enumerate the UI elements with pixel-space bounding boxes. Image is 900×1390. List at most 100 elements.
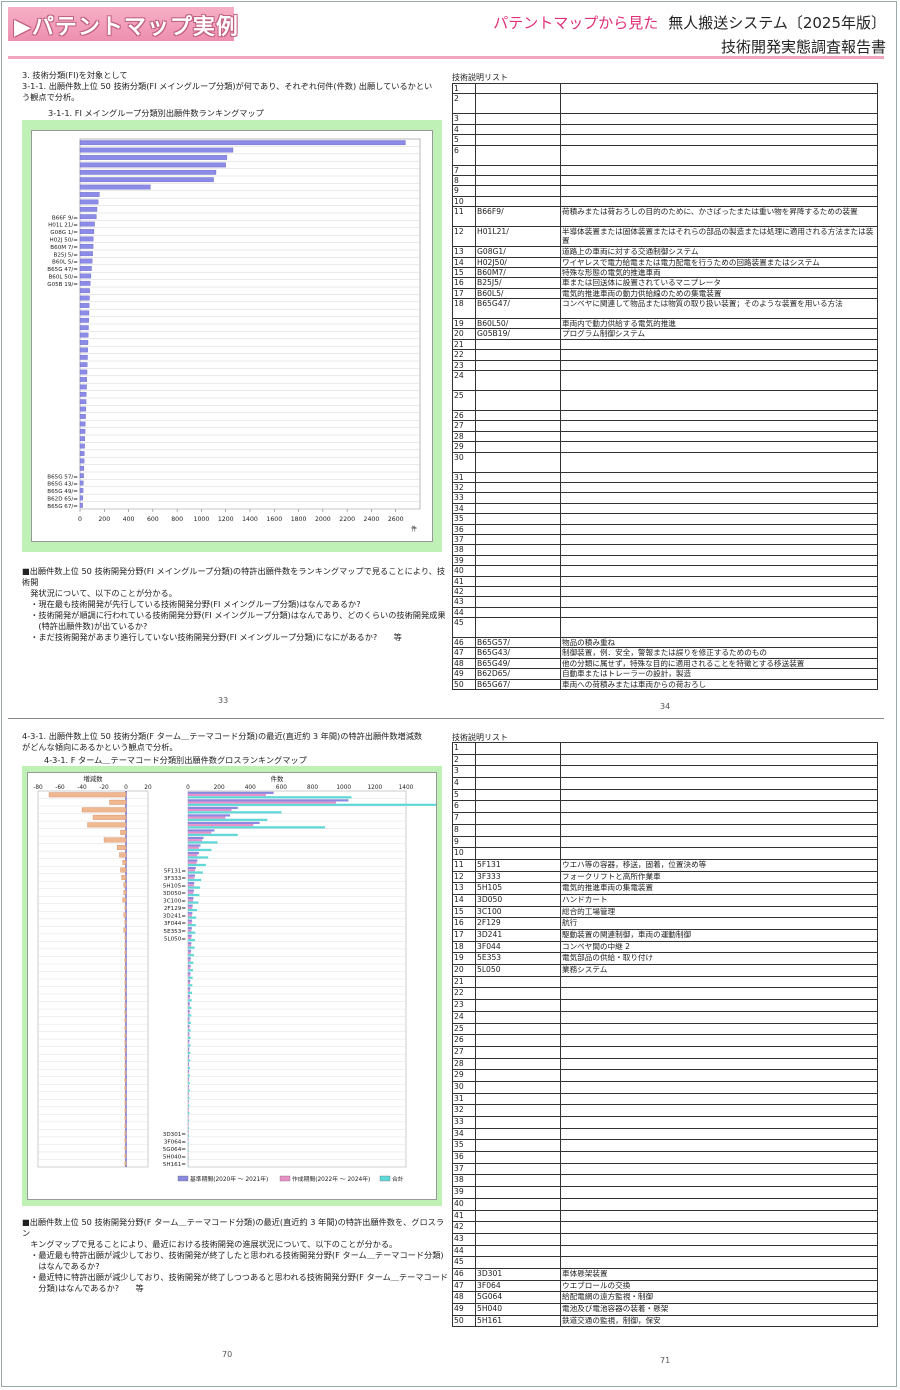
tech-list-row: 43 [452,1232,878,1246]
tr-list-title: 技術説明リスト [452,73,508,82]
chart2-bar-base [188,1115,189,1118]
chart2-bar-total [188,984,193,987]
tech-list-row: 30 [452,1080,878,1094]
chart2-bar-base [188,1069,190,1073]
tech-list-desc [560,823,878,837]
chart2-diff-tick-label: 0 [124,785,128,791]
tech-list-desc [560,390,878,412]
tech-list-code: 3D301 [475,1267,561,1281]
chart2-bar-total [188,863,206,867]
chart1-bar [79,266,92,271]
tech-list-code [475,800,561,814]
tech-list-code [475,1256,561,1269]
tech-list-desc [560,338,878,351]
bl-heading1: 4-3-1. 出願件数上位 50 技術分類(F ターム＿テーマコード分類)の最近… [22,731,423,752]
tech-list-code [475,835,561,849]
chart1-tick-label: 200 [98,516,110,523]
chart2-diff-bar [124,1078,127,1083]
header-subtitle-pink: パテントマップから見た [493,14,659,32]
tech-list-desc [560,1057,878,1071]
tech-list-desc: 制御装置，例．安全，警報または誤りを修正するためのもの [560,647,878,659]
tech-list-row: 8 [452,174,878,187]
tech-list-code [475,1080,561,1094]
chart2-bar-base [188,806,238,810]
chart2-bar-create [188,974,191,977]
tech-list-desc [560,1069,878,1082]
chart2-bar-total [188,1096,190,1100]
chart2-bar-total [188,1149,189,1152]
tech-list-desc: 電池及び電池容器の装着・懸架 [560,1303,878,1316]
chart2-bar-base [188,994,191,998]
tech-list-desc [560,1162,878,1176]
tech-list-desc [560,554,878,567]
chart2-bar-create [188,1072,189,1075]
tech-list-row: 13 G08G1/道路上の車両に対する交通制御システム [452,246,878,258]
chart1-bar [79,384,87,390]
tech-list-num: 32 [452,1104,476,1117]
tech-list-desc: 航行 [560,917,878,930]
tech-list-desc [560,999,878,1012]
tech-list-code [475,554,561,567]
chart2-bar-create [188,1042,190,1045]
chart2-svg: 5F131=3F333= 5H105=3D050= 3C100=2F129= 3D24… [33,774,497,1183]
tech-list-desc: コンベヤに関連して物品または物質の取り扱い装置；そのような装置を用いる方法 [560,298,878,320]
tech-list-row: 24 [452,1010,878,1024]
chart1-category-label: H02J 50/= [50,237,79,243]
tech-list-code: B25J5/ [475,277,561,289]
tech-list-row: 43 [452,596,878,608]
chart1-category-label: B60L 50/= [48,274,78,280]
tech-list-desc [560,481,878,494]
tech-list-num: 35 [452,513,476,525]
chart1-bar [79,414,86,419]
tech-list-code: B60L50/ [475,318,561,330]
chart2-bar-create [188,929,192,932]
tech-list-code [475,82,561,95]
chart1-bar [79,229,95,234]
chart2-bar-create [188,801,336,804]
chart2-bar-total [188,908,198,912]
chart2-bar-base [188,1107,189,1110]
tech-list-num: 39 [452,554,476,567]
tech-list-row: 38 [452,1174,878,1188]
chart1-bar [79,310,90,316]
chart2-diff-tick-label: -20 [99,785,109,791]
tech-list-row: 27 [452,420,878,432]
tech-list-code: 3F333 [475,870,561,884]
tech-list-code: B62D65/ [475,668,561,680]
tech-list-num: 15 [452,266,476,279]
chart2-diff-panel-title: 増減数 [83,774,103,783]
tech-list-row: 50 5H161 鉄道交通の監視，制御，保安 [452,1314,878,1328]
tech-list-row: 8 [452,823,878,837]
chart2-diff-bar [124,1048,127,1053]
tech-list-desc [560,1092,878,1106]
chart1-bar [79,162,226,168]
tech-list-code [475,1104,561,1117]
chart2-bar-create [188,1019,190,1022]
chart2-bar-base [188,1077,189,1080]
tech-list-num: 44 [452,606,476,619]
chart2-bar-total [188,1134,190,1137]
chart2-diff-tick-label: -40 [77,785,87,791]
tech-list-row: 42 [452,585,878,598]
tech-list-desc: 電気的推進車両の集電装置 [560,882,878,895]
tech-list-row: 41 [452,575,878,587]
chart2-bar-base [188,897,194,900]
tech-list-row: 18 B65G47/コンベヤに関連して物品または物質の取り扱い装置；そのような装置… [452,298,878,320]
chart1-tick-label: 600 [147,516,159,523]
tech-list-code [475,1116,561,1129]
chart1-category-label: H01L 21/= [48,223,78,229]
tech-list-desc [560,1045,878,1059]
tech-list-desc [560,753,878,767]
chart1-bar [79,273,92,279]
chart1-bar [79,436,86,442]
chart2-bar-total [188,1036,191,1040]
chart2-bar-base [188,1100,189,1103]
chart2-bar-base [188,1017,190,1020]
chart2-diff-bar [124,1153,127,1159]
tech-list-num: 3 [452,765,476,779]
tech-list-desc [560,1022,878,1036]
page-divider [8,718,884,719]
chart2-diff-bar [117,844,127,850]
tech-list-num: 40 [452,1197,476,1211]
tech-list-row: 29 [452,1069,878,1082]
